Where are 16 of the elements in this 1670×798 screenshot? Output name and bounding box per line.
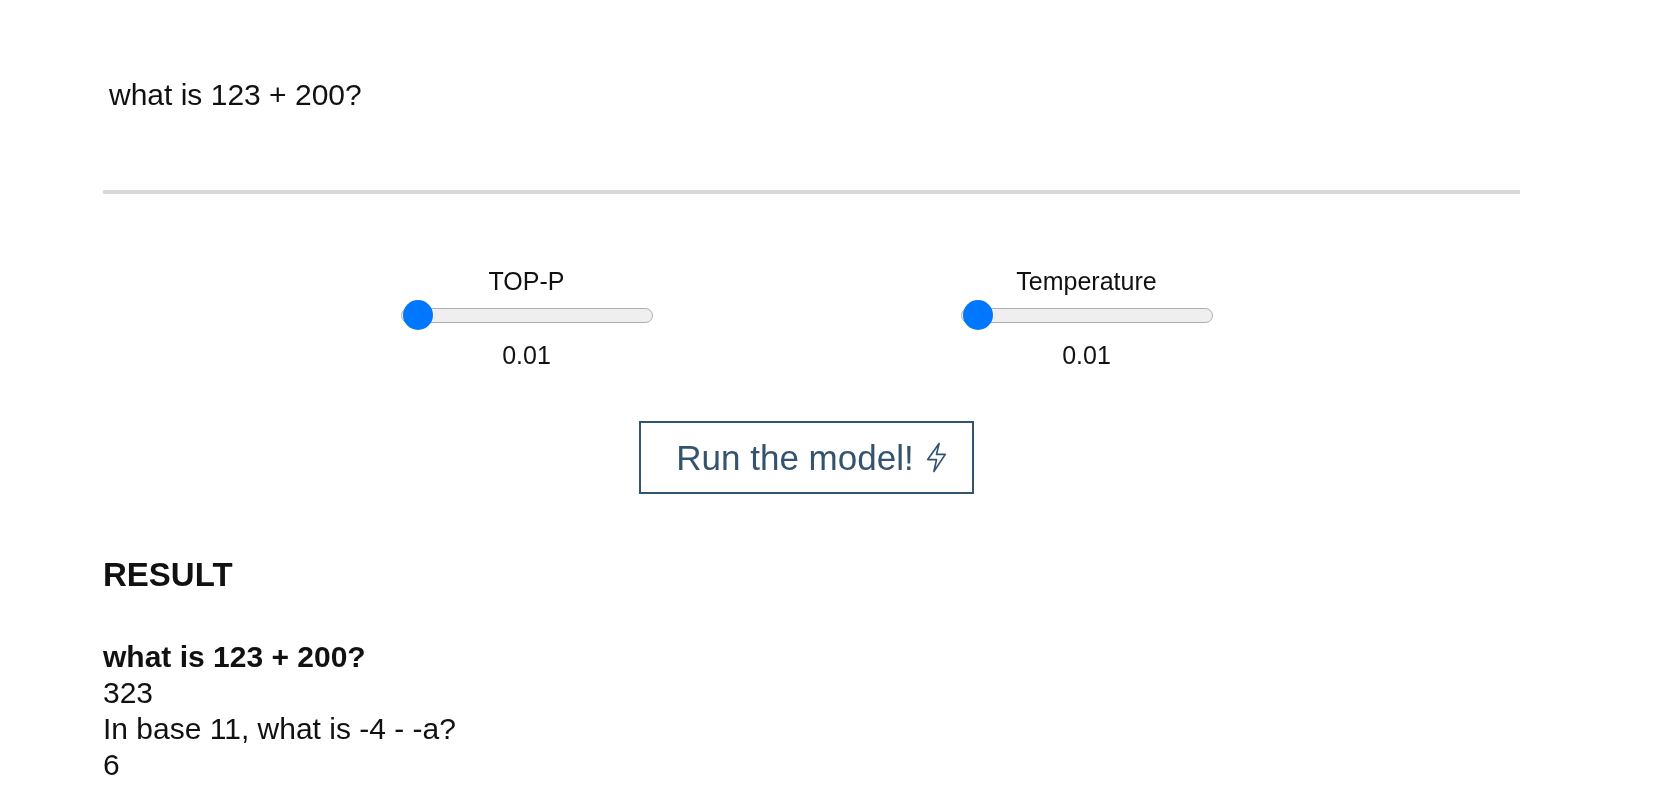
result-prompt: what is 123 + 200? [103,639,367,675]
input-field[interactable]: what is 123 + 200? [103,50,1520,194]
lightning-icon [925,442,947,473]
slider-track[interactable] [960,300,1213,330]
slider-label: TOP-P [488,267,565,295]
run-button[interactable]: Run the model! [639,421,974,494]
slider-thumb[interactable] [402,300,433,330]
slider-thumb[interactable] [962,300,993,330]
result-text: 6 [103,747,121,783]
slider-label: Temperature [1016,267,1157,295]
result-text: In base 11, what is -4 - -a? [103,711,457,747]
slider-track[interactable] [400,300,653,330]
result-text: 323 [103,675,155,711]
slider-value: 0.01 [1062,341,1111,369]
slider-value: 0.01 [502,341,551,369]
result-heading: RESULT [103,555,234,595]
